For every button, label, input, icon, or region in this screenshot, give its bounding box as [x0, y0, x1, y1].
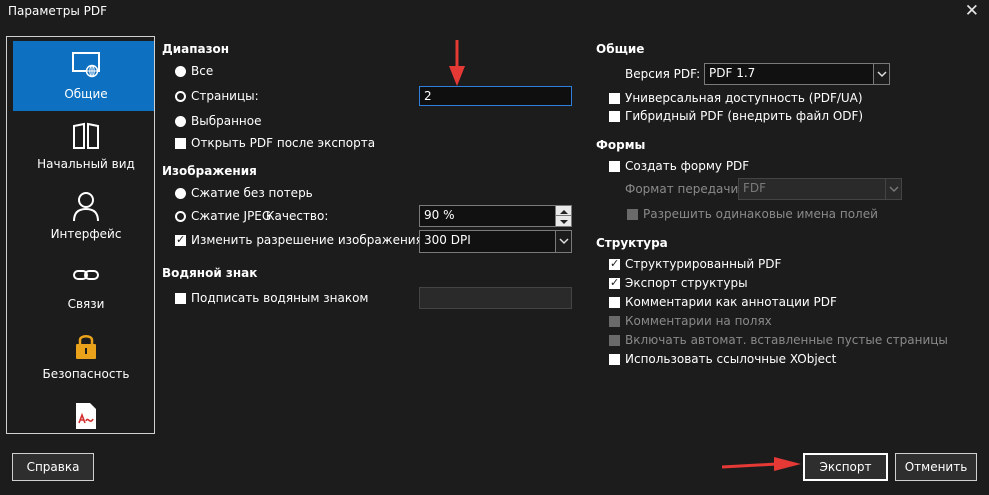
pdf-version-value: PDF 1.7: [709, 66, 756, 80]
sign-watermark-checkbox[interactable]: [175, 293, 186, 304]
dpi-dropdown[interactable]: 300 DPI: [419, 230, 572, 253]
tagged-pdf-label: Структурированный PDF: [625, 257, 782, 271]
reduce-resolution-label: Изменить разрешение изображения на:: [191, 233, 446, 247]
sign-watermark-label: Подписать водяным знаком: [191, 291, 369, 305]
initial-view-icon: [73, 122, 99, 149]
export-button[interactable]: Экспорт: [803, 453, 888, 481]
sidebar-item-label: Общие: [64, 87, 108, 101]
pages-input[interactable]: 2: [419, 86, 572, 106]
spin-up-icon[interactable]: [556, 206, 572, 216]
pdf-version-dropdown[interactable]: PDF 1.7: [704, 63, 890, 85]
comments-as-annotations-checkbox[interactable]: [609, 297, 620, 308]
pages-radio[interactable]: [175, 91, 186, 102]
dpi-value: 300 DPI: [424, 233, 471, 247]
jpeg-radio[interactable]: [175, 211, 186, 222]
sidebar-item-security[interactable]: Безопасность: [13, 321, 154, 391]
submit-format-value: FDF: [743, 181, 767, 195]
quality-value: 90 %: [424, 208, 455, 222]
sidebar-item-digital-signatures[interactable]: Ц: [13, 391, 154, 433]
quality-spinbox[interactable]: 90 %: [419, 205, 572, 227]
submit-format-label: Формат передачи:: [625, 182, 743, 196]
hybrid-pdf-checkbox[interactable]: [609, 111, 620, 122]
sidebar-item-user-interface[interactable]: Интерфейс: [13, 181, 154, 251]
quality-label: Качество:: [266, 209, 329, 223]
pdf-version-label: Версия PDF:: [625, 67, 701, 81]
help-button[interactable]: Справка: [12, 453, 94, 481]
jpeg-label: Сжатие JPEG: [191, 209, 272, 223]
spin-down-icon[interactable]: [556, 216, 572, 226]
all-pages-radio[interactable]: [175, 66, 186, 77]
comments-in-margin-label: Комментарии на полях: [625, 314, 772, 328]
sidebar-item-general[interactable]: Общие: [13, 41, 154, 111]
category-sidebar: Общие Начальный вид Интерфейс Связи Безо…: [6, 36, 155, 434]
selection-radio[interactable]: [175, 116, 186, 127]
sidebar-item-links[interactable]: Связи: [13, 251, 154, 321]
general-heading: Общие: [596, 42, 645, 56]
auto-blank-pages-checkbox[interactable]: [609, 335, 620, 346]
images-heading: Изображения: [162, 164, 257, 178]
open-after-export-label: Открыть PDF после экспорта: [191, 136, 376, 150]
all-pages-label: Все: [191, 64, 214, 78]
watermark-heading: Водяной знак: [162, 266, 258, 280]
cancel-button[interactable]: Отменить: [895, 453, 977, 481]
annotation-arrow-down: [449, 40, 465, 86]
chevron-down-icon[interactable]: [873, 64, 889, 84]
hybrid-pdf-label: Гибридный PDF (внедрить файл ODF): [625, 109, 864, 123]
watermark-text-input[interactable]: [419, 287, 572, 309]
sidebar-item-initial-view[interactable]: Начальный вид: [13, 111, 154, 181]
auto-blank-pages-label: Включать автомат. вставленные пустые стр…: [625, 333, 948, 347]
export-outlines-checkbox[interactable]: [609, 276, 620, 289]
window-title: Параметры PDF: [8, 4, 108, 18]
reduce-resolution-checkbox[interactable]: [175, 233, 186, 246]
chevron-down-icon[interactable]: [555, 231, 571, 252]
universal-accessibility-label: Универсальная доступность (PDF/UA): [625, 91, 863, 105]
export-outlines-label: Экспорт структуры: [625, 276, 748, 290]
create-form-checkbox[interactable]: [609, 161, 620, 172]
sidebar-item-label: Безопасность: [42, 367, 130, 381]
range-heading: Диапазон: [162, 42, 230, 56]
signature-icon: [76, 403, 96, 429]
user-interface-icon: [73, 192, 99, 222]
reference-xobjects-checkbox[interactable]: [609, 354, 620, 365]
create-form-label: Создать форму PDF: [625, 159, 750, 173]
tagged-pdf-checkbox[interactable]: [609, 257, 620, 270]
comments-in-margin-checkbox[interactable]: [609, 316, 620, 327]
open-after-export-checkbox[interactable]: [175, 138, 186, 149]
sidebar-item-label: Связи: [67, 297, 105, 311]
title-bar: Параметры PDF ✕: [0, 0, 989, 24]
links-icon: [73, 270, 99, 280]
sidebar-item-label: Начальный вид: [37, 157, 135, 171]
submit-format-dropdown[interactable]: FDF: [738, 178, 902, 200]
structure-heading: Структура: [596, 236, 668, 250]
sidebar-item-label: Интерфейс: [50, 227, 122, 241]
general-icon: [72, 52, 100, 78]
universal-accessibility-checkbox[interactable]: [609, 93, 620, 104]
reference-xobjects-label: Использовать ссылочные XObject: [625, 352, 837, 366]
security-lock-icon: [76, 335, 96, 359]
selection-label: Выбранное: [191, 114, 262, 128]
comments-as-annotations-label: Комментарии как аннотации PDF: [625, 295, 837, 309]
annotation-arrow-right: [722, 457, 801, 471]
forms-heading: Формы: [596, 138, 646, 152]
lossless-label: Сжатие без потерь: [191, 186, 313, 200]
close-icon[interactable]: ✕: [965, 1, 979, 21]
quality-spinner: [555, 206, 572, 226]
chevron-down-icon[interactable]: [885, 179, 901, 199]
pages-label: Страницы:: [191, 89, 259, 103]
allow-duplicate-names-label: Разрешить одинаковые имена полей: [643, 207, 878, 221]
allow-duplicate-names-checkbox[interactable]: [627, 209, 638, 220]
lossless-radio[interactable]: [175, 188, 186, 199]
